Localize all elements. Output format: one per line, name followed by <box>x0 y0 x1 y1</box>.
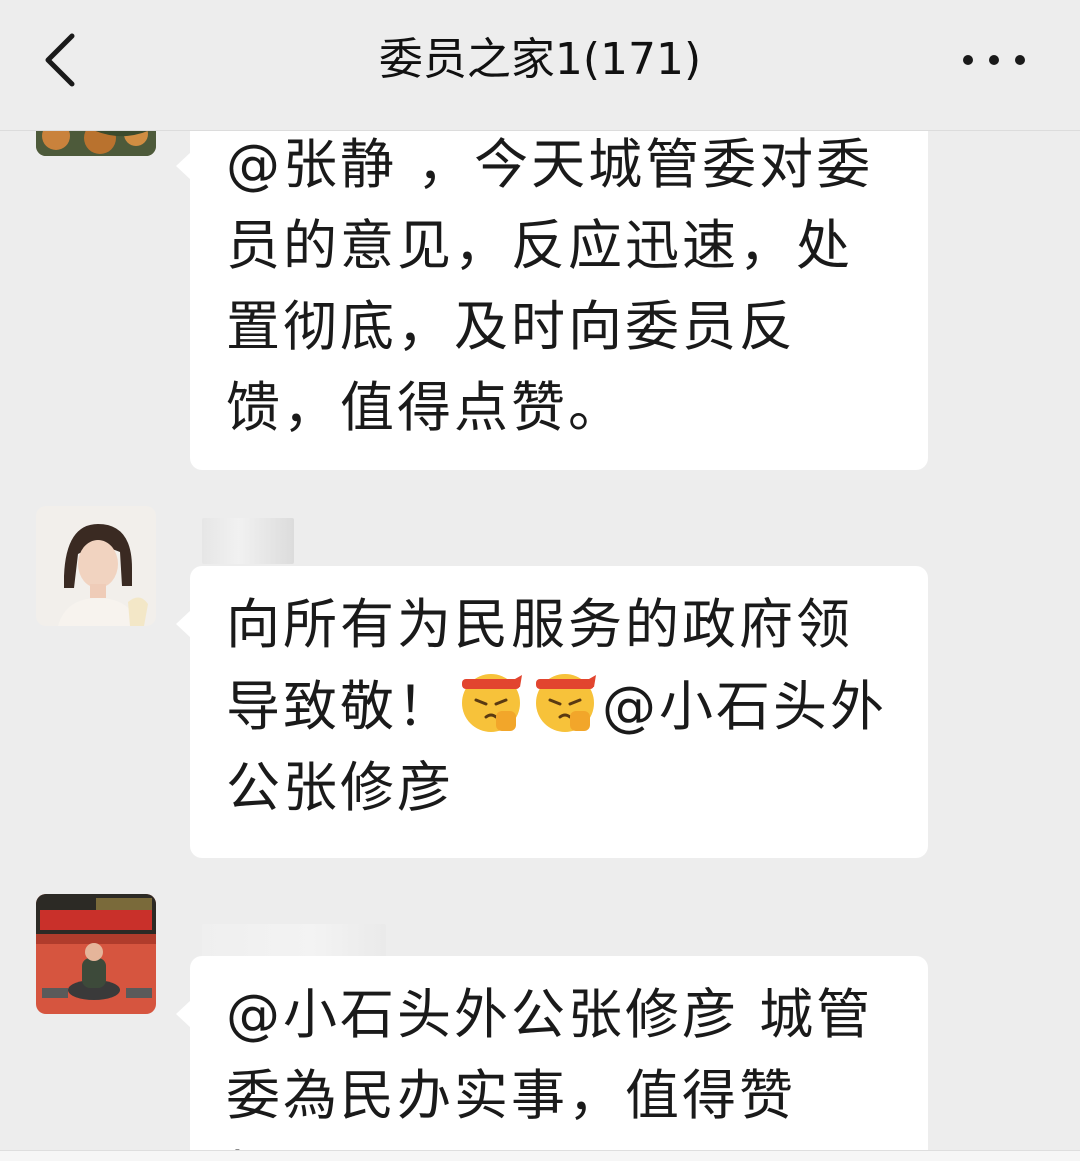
message-text: @小石头外公张修彦 城管委為民办实事，值得赞扬！ <box>226 983 874 1161</box>
fist-headband-emoji <box>456 665 526 735</box>
chat-messages: @张静 ，今天城管委对委员的意见，反应迅速，处置彻底，及时向委员反馈，值得点赞。… <box>0 0 1080 1161</box>
fist-headband-emoji <box>530 665 600 735</box>
message-text: @张静 ，今天城管委对委员的意见，反应迅速，处置彻底，及时向委员反馈，值得点赞。 <box>226 133 874 439</box>
message-bubble[interactable]: @张静 ，今天城管委对委员的意见，反应迅速，处置彻底，及时向委员反馈，值得点赞。 <box>176 108 928 470</box>
input-bar-edge <box>0 1150 1080 1161</box>
page-title: 委员之家1(171) <box>378 34 702 85</box>
avatar[interactable] <box>36 894 156 1014</box>
message-bubble[interactable]: @小石头外公张修彦 城管委為民办实事，值得赞扬！ <box>176 956 928 1161</box>
chat-header: 委员之家1(171) <box>0 0 1080 131</box>
message-bubble[interactable]: 向所有为民服务的政府领导致敬！ @小石头外公张修彦 <box>176 566 928 858</box>
sender-name-blurred <box>202 518 294 564</box>
more-button[interactable] <box>956 40 1032 80</box>
more-dots-icon <box>956 55 1032 84</box>
avatar[interactable] <box>36 506 156 626</box>
